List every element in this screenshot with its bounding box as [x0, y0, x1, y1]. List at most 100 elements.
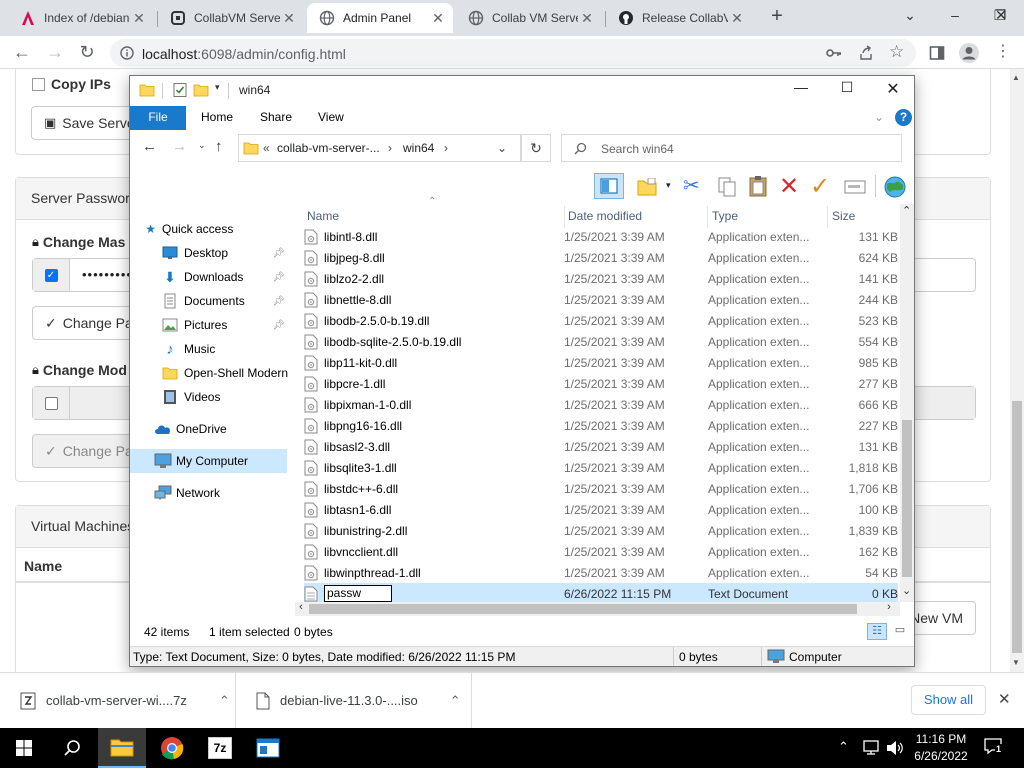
- close-downloads-icon[interactable]: ✕: [998, 690, 1011, 708]
- file-row[interactable]: libsasl2-3.dll 1/25/2021 3:39 AM Applicati…: [304, 436, 898, 457]
- file-row[interactable]: libvncclient.dll 1/25/2021 3:39 AM Applica…: [304, 541, 898, 562]
- download-item-collab-vm[interactable]: collab-vm-server-wi....7z ⌃: [0, 673, 236, 728]
- paste-icon[interactable]: [748, 175, 768, 197]
- file-row[interactable]: libtasn1-6.dll 1/25/2021 3:39 AM Applicati…: [304, 499, 898, 520]
- file-row[interactable]: libodb-2.5.0-b.19.dll 1/25/2021 3:39 AM Ap…: [304, 310, 898, 331]
- scroll-left-icon[interactable]: ‹: [295, 601, 307, 613]
- new-folder-icon[interactable]: [193, 82, 209, 98]
- up-arrow-icon[interactable]: ↑: [215, 138, 223, 155]
- file-row[interactable]: libwinpthread-1.dll 1/25/2021 3:39 AM Appl…: [304, 562, 898, 583]
- back-arrow-icon[interactable]: ←: [10, 41, 34, 65]
- file-row[interactable]: libstdc++-6.dll 1/25/2021 3:39 AM Applicat…: [304, 478, 898, 499]
- rename-input[interactable]: passw: [324, 585, 392, 602]
- horizontal-scroll-thumb[interactable]: [309, 604, 857, 614]
- scroll-down-icon[interactable]: ⌄: [902, 584, 911, 597]
- scroll-up-icon[interactable]: ▲: [1012, 73, 1020, 82]
- file-row[interactable]: libintl-8.dll 1/25/2021 3:39 AM Applicatio…: [304, 226, 898, 247]
- file-row[interactable]: libpcre-1.dll 1/25/2021 3:39 AM Applicatio…: [304, 373, 898, 394]
- nav-quick-access[interactable]: ★ Quick access: [130, 217, 295, 241]
- close-tab-icon[interactable]: ✕: [130, 10, 148, 27]
- breadcrumb-separator-icon[interactable]: ›: [388, 141, 392, 155]
- nav-documents[interactable]: Documents 📌︎: [130, 289, 295, 313]
- ribbon-tab-home[interactable]: Home: [187, 106, 247, 130]
- nav-pictures[interactable]: Pictures 📌︎: [130, 313, 295, 337]
- minimize-button[interactable]: –: [932, 4, 978, 28]
- master-password-toggle[interactable]: ✓: [33, 259, 70, 291]
- minimize-button[interactable]: —: [778, 79, 824, 103]
- file-list-vscrollbar[interactable]: ⌃ ⌄: [900, 204, 914, 602]
- volume-icon[interactable]: [886, 740, 904, 756]
- nav-open-shell-modern[interactable]: Open-Shell Modern: [130, 361, 295, 385]
- breadcrumb-win64[interactable]: win64: [403, 141, 434, 155]
- rename-icon[interactable]: [844, 179, 866, 195]
- column-header-type[interactable]: Type: [712, 206, 828, 228]
- copy-icon[interactable]: [717, 176, 737, 198]
- file-row[interactable]: libnettle-8.dll 1/25/2021 3:39 AM Applicat…: [304, 289, 898, 310]
- reload-icon[interactable]: ↻: [75, 41, 99, 65]
- ribbon-tab-share[interactable]: Share: [246, 106, 306, 130]
- checkbox-checked-icon[interactable]: ✓: [44, 268, 58, 282]
- mod-password-toggle[interactable]: [33, 387, 70, 419]
- nav-onedrive[interactable]: OneDrive: [130, 417, 295, 441]
- chevron-up-icon[interactable]: ⌃: [219, 693, 230, 709]
- file-row[interactable]: libp11-kit-0.dll 1/25/2021 3:39 AM Applica…: [304, 352, 898, 373]
- start-button[interactable]: [0, 728, 48, 768]
- view-dropdown-icon[interactable]: ▾: [666, 180, 671, 191]
- scroll-up-icon[interactable]: ⌃: [902, 204, 911, 217]
- breadcrumb-separator-icon[interactable]: ›: [444, 141, 448, 155]
- network-status-icon[interactable]: [862, 740, 880, 756]
- file-row[interactable]: liblzo2-2.dll 1/25/2021 3:39 AM Applicatio…: [304, 268, 898, 289]
- file-explorer-taskbar[interactable]: [98, 728, 146, 768]
- help-icon[interactable]: ?: [895, 109, 912, 126]
- file-row[interactable]: libunistring-2.dll 1/25/2021 3:39 AM Appli…: [304, 520, 898, 541]
- copy-ips-checkbox[interactable]: [32, 77, 45, 91]
- nav-downloads[interactable]: ⬇ Downloads 📌︎: [130, 265, 295, 289]
- delete-icon[interactable]: ✕: [779, 172, 799, 201]
- bookmark-star-icon[interactable]: ☆: [889, 42, 904, 62]
- profile-avatar-icon[interactable]: [958, 42, 980, 64]
- file-row[interactable]: libsqlite3-1.dll 1/25/2021 3:39 AM Applica…: [304, 457, 898, 478]
- change-mod-password-button[interactable]: ✓ Change Pa: [32, 434, 142, 468]
- column-header-size[interactable]: Size: [832, 206, 892, 228]
- page-scrollbar[interactable]: ▲ ▼: [1010, 69, 1024, 672]
- key-icon[interactable]: [826, 46, 842, 60]
- properties-icon[interactable]: [172, 82, 188, 98]
- tray-chevron-icon[interactable]: ⌃: [838, 739, 849, 755]
- tab-admin-panel[interactable]: Admin Panel ✕: [307, 3, 453, 33]
- details-view-icon[interactable]: ☷: [867, 623, 887, 640]
- overflow-chevron-icon[interactable]: «: [263, 141, 270, 155]
- file-row-renaming[interactable]: passw 6/26/2022 11:15 PM Text Document 0…: [304, 583, 898, 604]
- search-box[interactable]: Search win64: [561, 134, 902, 162]
- close-window-button[interactable]: ✕: [978, 4, 1024, 28]
- save-server-button[interactable]: ▣ Save Server: [31, 106, 141, 140]
- change-password-button[interactable]: ✓ Change Pa: [32, 306, 142, 340]
- tab-collabvm-server[interactable]: CollabVM Server ✕: [158, 3, 304, 33]
- cut-icon[interactable]: ✂: [683, 173, 700, 198]
- file-list-hscrollbar[interactable]: ‹ ›: [295, 601, 900, 616]
- tab-debian[interactable]: Index of /debian- ✕: [8, 3, 154, 33]
- close-tab-icon[interactable]: ✕: [280, 10, 298, 27]
- refresh-icon[interactable]: ↻: [521, 134, 551, 162]
- ribbon-expand-icon[interactable]: ⌄: [874, 110, 884, 124]
- file-row[interactable]: libpixman-1-0.dll 1/25/2021 3:39 AM Applic…: [304, 394, 898, 415]
- column-header-date-modified[interactable]: Date modified: [568, 206, 708, 228]
- nav-network[interactable]: Network: [130, 481, 295, 505]
- page-scroll-thumb[interactable]: [1012, 401, 1022, 653]
- scroll-right-icon[interactable]: ›: [883, 601, 895, 613]
- back-arrow-icon[interactable]: ←: [142, 138, 157, 155]
- tab-collab-vm-server[interactable]: Collab VM Server ✕: [456, 3, 602, 33]
- close-tab-icon[interactable]: ✕: [728, 10, 746, 27]
- large-icons-view-icon[interactable]: ▭: [891, 623, 909, 640]
- nav-music[interactable]: ♪ Music: [130, 337, 295, 361]
- tab-release-collabvm[interactable]: Release CollabVM ✕: [606, 3, 752, 33]
- scroll-down-icon[interactable]: ▼: [1012, 658, 1020, 667]
- chevron-down-icon[interactable]: ⌄: [887, 4, 933, 28]
- quick-access-dropdown-icon[interactable]: ▾: [215, 82, 220, 93]
- file-row[interactable]: libpng16-16.dll 1/25/2021 3:39 AM Applicat…: [304, 415, 898, 436]
- close-tab-icon[interactable]: ✕: [578, 10, 596, 27]
- column-header-name[interactable]: Name: [307, 206, 565, 228]
- nav-desktop[interactable]: Desktop 📌︎: [130, 241, 295, 265]
- address-bar[interactable]: localhost:6098/admin/config.html ☆: [110, 39, 916, 67]
- pin-icon[interactable]: 📌︎: [272, 272, 285, 283]
- forward-arrow-icon[interactable]: →: [172, 138, 187, 155]
